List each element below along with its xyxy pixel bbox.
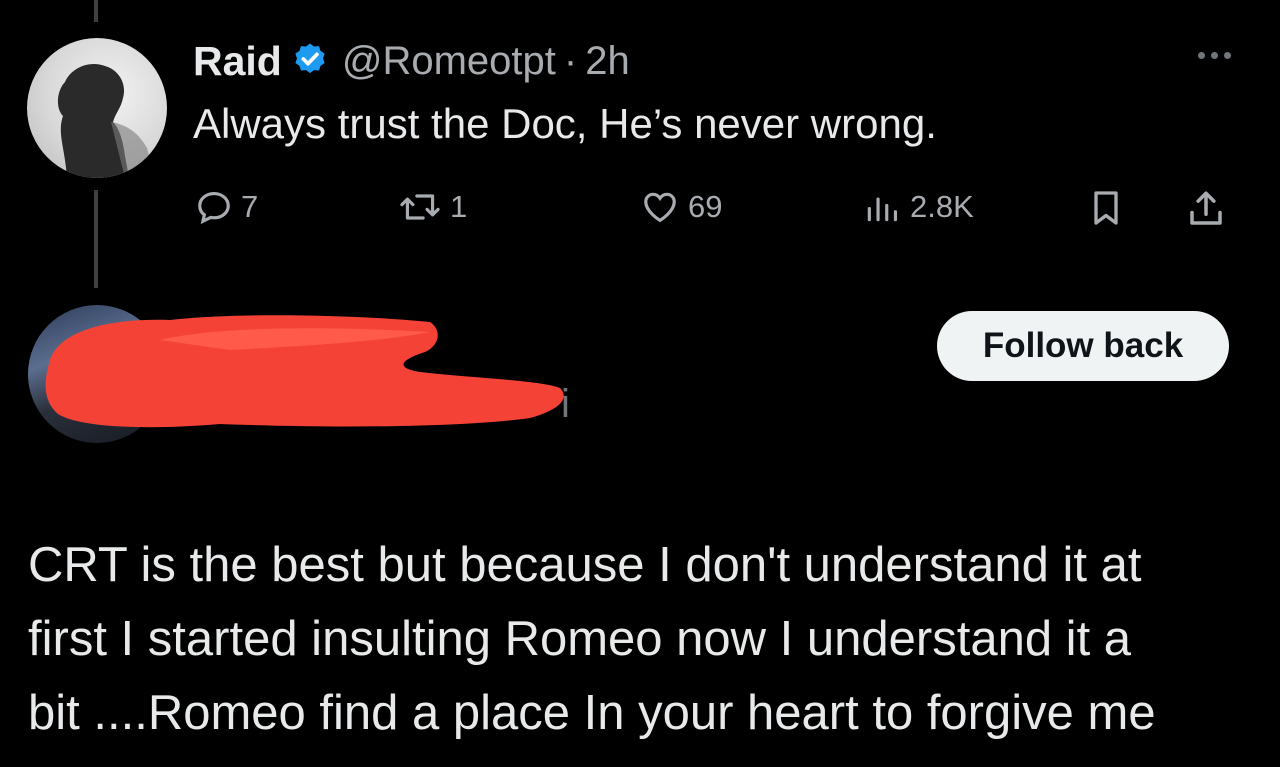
follow-back-button[interactable]: Follow back <box>937 311 1229 381</box>
share-button[interactable] <box>1184 188 1228 230</box>
bookmark-button[interactable] <box>1086 188 1126 228</box>
more-icon[interactable] <box>1198 52 1231 59</box>
reply-text-line: first I started insulting Romeo now I un… <box>28 612 1132 666</box>
like-button[interactable]: 69 <box>640 188 722 226</box>
like-icon <box>644 192 676 223</box>
redaction-scribble <box>45 315 564 428</box>
views-icon <box>867 197 898 222</box>
like-count: 69 <box>688 189 723 224</box>
view-count: 2.8K <box>910 189 974 224</box>
bookmark-icon <box>1094 191 1118 225</box>
reply-text-line: bit ....Romeo find a place In your heart… <box>28 686 1156 740</box>
reply-text: CRT is the best but because I don't unde… <box>28 528 1268 750</box>
reply-text-line: CRT is the best but because I don't unde… <box>28 538 1142 592</box>
share-icon <box>1190 191 1222 225</box>
views-button[interactable]: 2.8K <box>862 188 974 226</box>
reply-handle-tail: i <box>561 382 570 426</box>
